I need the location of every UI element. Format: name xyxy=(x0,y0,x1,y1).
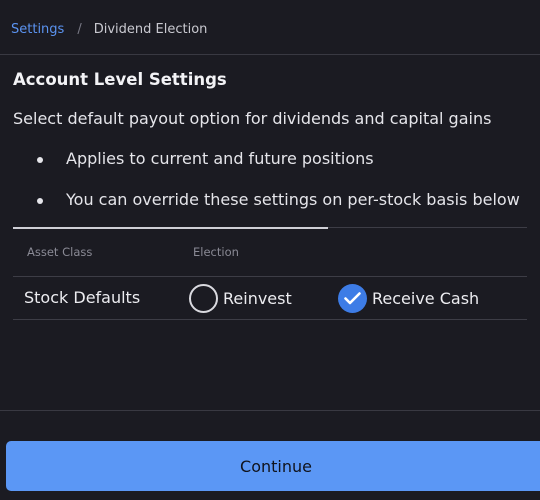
continue-button[interactable]: Continue xyxy=(6,441,540,491)
asset-class-cell: Stock Defaults xyxy=(24,288,141,307)
table-row: Stock Defaults Reinvest Receive Cash xyxy=(13,277,527,320)
info-bullet-text: You can override these settings on per-s… xyxy=(66,190,520,209)
receive-cash-label: Receive Cash xyxy=(372,289,480,308)
info-bullet: You can override these settings on per-s… xyxy=(37,190,520,231)
bullet-dot-icon xyxy=(37,157,43,163)
section-description: Select default payout option for dividen… xyxy=(13,109,492,128)
dividend-election-page: Settings / Dividend Election Account Lev… xyxy=(0,0,540,500)
reinvest-option[interactable]: Reinvest xyxy=(189,284,292,313)
reinvest-label: Reinvest xyxy=(223,289,292,308)
info-bullet: Applies to current and future positions xyxy=(37,149,520,190)
radio-unchecked-icon[interactable] xyxy=(189,284,218,313)
breadcrumb: Settings / Dividend Election xyxy=(11,20,207,38)
radio-checked-icon[interactable] xyxy=(338,284,367,313)
table-top-divider xyxy=(328,227,527,228)
footer-divider xyxy=(0,410,540,411)
column-header-election: Election xyxy=(193,245,239,259)
election-table: Asset Class Election Stock Defaults Rein… xyxy=(13,229,527,320)
breadcrumb-settings-link[interactable]: Settings xyxy=(11,22,64,37)
section-title: Account Level Settings xyxy=(13,70,227,89)
table-header-row: Asset Class Election xyxy=(13,229,527,277)
header-divider xyxy=(0,54,540,55)
info-bullet-list: Applies to current and future positions … xyxy=(37,149,520,231)
column-header-asset-class: Asset Class xyxy=(27,245,93,259)
info-bullet-text: Applies to current and future positions xyxy=(66,149,374,168)
breadcrumb-current: Dividend Election xyxy=(93,21,208,37)
checkmark-icon xyxy=(344,292,361,305)
breadcrumb-separator: / xyxy=(77,21,82,37)
receive-cash-option[interactable]: Receive Cash xyxy=(338,284,479,313)
bullet-dot-icon xyxy=(37,198,43,204)
